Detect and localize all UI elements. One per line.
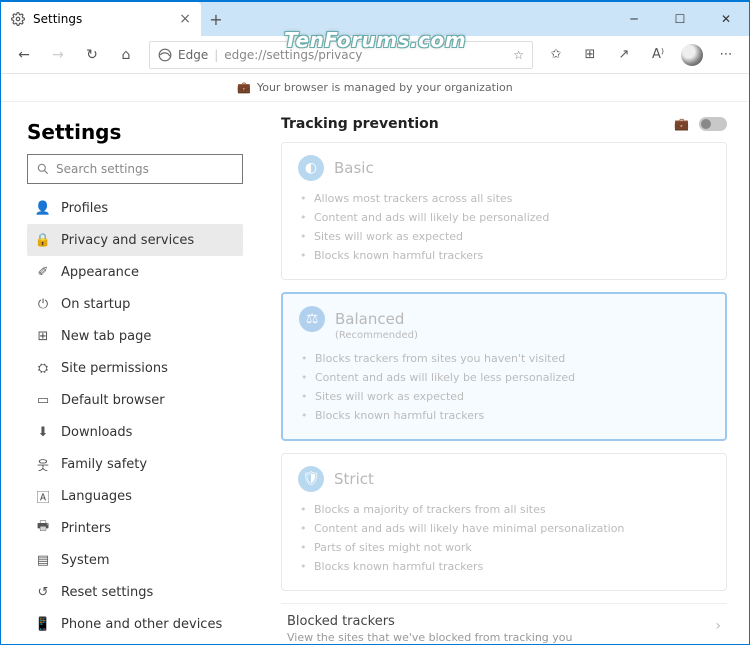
- settings-sidebar: Settings Search settings 👤Profiles 🔒Priv…: [1, 102, 259, 644]
- profile-avatar[interactable]: [677, 40, 707, 70]
- languages-icon: 🄰: [35, 487, 51, 506]
- managed-banner: 💼 Your browser is managed by your organi…: [1, 74, 749, 102]
- printer-icon: 🖶: [35, 517, 51, 539]
- tracking-level-balanced[interactable]: ⚖Balanced (Recommended) Blocks trackers …: [281, 292, 727, 441]
- browser-toolbar: ← → ↻ ⌂ Edge | edge://settings/privacy ☆…: [1, 36, 749, 74]
- basic-icon: ◐: [298, 155, 324, 181]
- close-tab-icon[interactable]: ×: [179, 11, 191, 27]
- tab-title: Settings: [33, 12, 82, 26]
- collections-button[interactable]: ⊞: [575, 40, 605, 70]
- profiles-icon: 👤: [35, 201, 51, 216]
- reset-icon: ↺: [35, 585, 51, 600]
- address-url: edge://settings/privacy: [224, 48, 362, 62]
- favorite-star-icon[interactable]: ☆: [513, 48, 524, 62]
- gear-icon: [11, 12, 25, 26]
- refresh-button[interactable]: ↻: [77, 40, 107, 70]
- search-icon: [36, 162, 50, 176]
- download-icon: ⬇: [35, 425, 51, 440]
- favorites-button[interactable]: ✩: [541, 40, 571, 70]
- read-aloud-button[interactable]: A⁾: [643, 40, 673, 70]
- menu-button[interactable]: ⋯: [711, 40, 741, 70]
- settings-heading: Settings: [27, 120, 243, 144]
- chevron-right-icon: ›: [715, 618, 721, 634]
- default-icon: ▭: [35, 393, 51, 408]
- sidebar-item-printers[interactable]: 🖶Printers: [27, 512, 243, 544]
- sidebar-item-about[interactable]: ◉About Microsoft Edge: [27, 640, 243, 644]
- tracking-level-basic[interactable]: ◐Basic Allows most trackers across all s…: [281, 142, 727, 280]
- back-button[interactable]: ←: [9, 40, 39, 70]
- sidebar-item-system[interactable]: ▤System: [27, 544, 243, 576]
- sidebar-item-reset[interactable]: ↺Reset settings: [27, 576, 243, 608]
- power-icon: ⏻: [35, 297, 51, 312]
- browser-tab[interactable]: Settings ×: [1, 2, 201, 36]
- sidebar-item-privacy[interactable]: 🔒Privacy and services: [27, 224, 243, 256]
- permissions-icon: ⛭: [35, 361, 51, 376]
- balanced-icon: ⚖: [299, 306, 325, 332]
- tracking-prevention-heading: Tracking prevention 💼: [281, 112, 727, 142]
- share-button[interactable]: ↗: [609, 40, 639, 70]
- sidebar-item-languages[interactable]: 🄰Languages: [27, 480, 243, 512]
- forward-button: →: [43, 40, 73, 70]
- strict-icon: 🛡: [298, 466, 324, 492]
- new-tab-button[interactable]: +: [201, 2, 231, 36]
- title-bar: Settings × + ─ ☐ ✕: [1, 2, 749, 36]
- tracking-level-strict[interactable]: 🛡Strict Blocks a majority of trackers fr…: [281, 453, 727, 591]
- sidebar-item-startup[interactable]: ⏻On startup: [27, 288, 243, 320]
- minimize-button[interactable]: ─: [611, 2, 657, 36]
- address-label: Edge: [178, 48, 208, 62]
- sidebar-item-profiles[interactable]: 👤Profiles: [27, 192, 243, 224]
- blocked-trackers-link[interactable]: Blocked trackers View the sites that we'…: [281, 603, 727, 644]
- maximize-button[interactable]: ☐: [657, 2, 703, 36]
- address-bar[interactable]: Edge | edge://settings/privacy ☆: [149, 41, 533, 69]
- family-icon: 웃: [35, 455, 51, 474]
- sidebar-item-phone[interactable]: 📱Phone and other devices: [27, 608, 243, 640]
- briefcase-icon: 💼: [674, 117, 689, 131]
- search-input[interactable]: Search settings: [27, 154, 243, 184]
- content-pane[interactable]: Tracking prevention 💼 ◐Basic Allows most…: [259, 102, 749, 644]
- system-icon: ▤: [35, 553, 51, 568]
- phone-icon: 📱: [35, 617, 51, 632]
- sidebar-item-family[interactable]: 웃Family safety: [27, 448, 243, 480]
- sidebar-item-newtab[interactable]: ⊞New tab page: [27, 320, 243, 352]
- sidebar-item-downloads[interactable]: ⬇Downloads: [27, 416, 243, 448]
- close-window-button[interactable]: ✕: [703, 2, 749, 36]
- appearance-icon: ✐: [35, 265, 51, 280]
- newtab-icon: ⊞: [35, 329, 51, 344]
- edge-logo-icon: [158, 48, 172, 62]
- tracking-prevention-toggle[interactable]: [699, 117, 727, 131]
- sidebar-item-permissions[interactable]: ⛭Site permissions: [27, 352, 243, 384]
- home-button[interactable]: ⌂: [111, 40, 141, 70]
- briefcase-icon: 💼: [237, 81, 251, 94]
- sidebar-item-appearance[interactable]: ✐Appearance: [27, 256, 243, 288]
- lock-icon: 🔒: [35, 233, 51, 248]
- sidebar-item-default[interactable]: ▭Default browser: [27, 384, 243, 416]
